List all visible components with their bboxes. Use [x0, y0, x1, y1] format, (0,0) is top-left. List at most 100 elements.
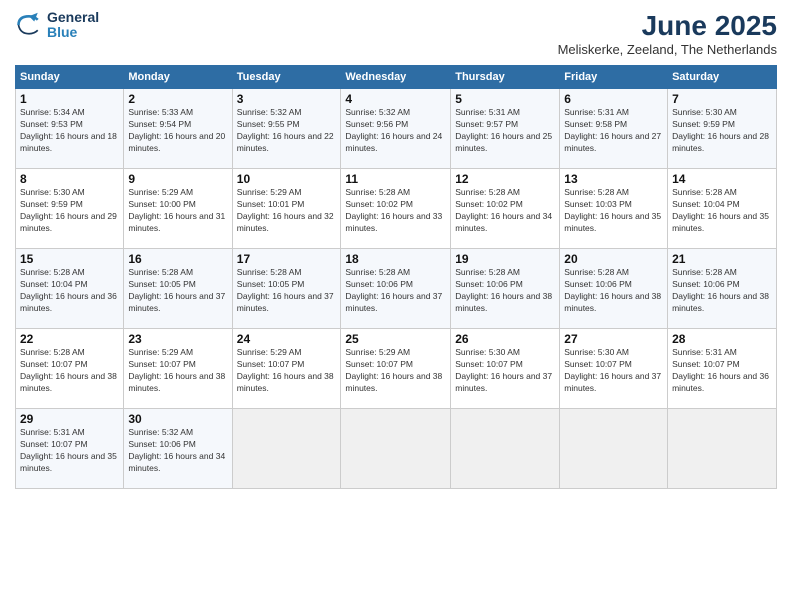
day-number: 19: [455, 252, 555, 266]
day-number: 25: [345, 332, 446, 346]
col-sunday: Sunday: [16, 66, 124, 89]
week-row-4: 22 Sunrise: 5:28 AMSunset: 10:07 PMDayli…: [16, 329, 777, 409]
table-row: 4 Sunrise: 5:32 AMSunset: 9:56 PMDayligh…: [341, 89, 451, 169]
day-number: 11: [345, 172, 446, 186]
day-number: 17: [237, 252, 337, 266]
table-row: 11 Sunrise: 5:28 AMSunset: 10:02 PMDayli…: [341, 169, 451, 249]
week-row-3: 15 Sunrise: 5:28 AMSunset: 10:04 PMDayli…: [16, 249, 777, 329]
day-info: Sunrise: 5:31 AMSunset: 10:07 PMDaylight…: [20, 427, 117, 473]
table-row: 23 Sunrise: 5:29 AMSunset: 10:07 PMDayli…: [124, 329, 232, 409]
week-row-2: 8 Sunrise: 5:30 AMSunset: 9:59 PMDayligh…: [16, 169, 777, 249]
month-title: June 2025: [558, 10, 777, 42]
location: Meliskerke, Zeeland, The Netherlands: [558, 42, 777, 57]
day-info: Sunrise: 5:28 AMSunset: 10:04 PMDaylight…: [20, 267, 117, 313]
table-row: 15 Sunrise: 5:28 AMSunset: 10:04 PMDayli…: [16, 249, 124, 329]
day-info: Sunrise: 5:32 AMSunset: 9:55 PMDaylight:…: [237, 107, 334, 153]
table-row: 12 Sunrise: 5:28 AMSunset: 10:02 PMDayli…: [451, 169, 560, 249]
day-info: Sunrise: 5:31 AMSunset: 9:58 PMDaylight:…: [564, 107, 661, 153]
table-row: 28 Sunrise: 5:31 AMSunset: 10:07 PMDayli…: [668, 329, 777, 409]
day-number: 23: [128, 332, 227, 346]
day-info: Sunrise: 5:29 AMSunset: 10:07 PMDaylight…: [128, 347, 225, 393]
day-info: Sunrise: 5:29 AMSunset: 10:00 PMDaylight…: [128, 187, 225, 233]
day-info: Sunrise: 5:28 AMSunset: 10:02 PMDaylight…: [455, 187, 552, 233]
day-info: Sunrise: 5:31 AMSunset: 10:07 PMDaylight…: [672, 347, 769, 393]
day-info: Sunrise: 5:30 AMSunset: 9:59 PMDaylight:…: [20, 187, 117, 233]
table-row: 27 Sunrise: 5:30 AMSunset: 10:07 PMDayli…: [560, 329, 668, 409]
day-number: 24: [237, 332, 337, 346]
day-number: 29: [20, 412, 119, 426]
day-info: Sunrise: 5:28 AMSunset: 10:05 PMDaylight…: [237, 267, 334, 313]
day-info: Sunrise: 5:28 AMSunset: 10:02 PMDaylight…: [345, 187, 442, 233]
week-row-1: 1 Sunrise: 5:34 AMSunset: 9:53 PMDayligh…: [16, 89, 777, 169]
day-number: 13: [564, 172, 663, 186]
logo-text: General Blue: [47, 10, 99, 41]
day-number: 21: [672, 252, 772, 266]
day-number: 7: [672, 92, 772, 106]
logo-icon: [15, 11, 43, 39]
day-info: Sunrise: 5:30 AMSunset: 10:07 PMDaylight…: [564, 347, 661, 393]
table-row: 6 Sunrise: 5:31 AMSunset: 9:58 PMDayligh…: [560, 89, 668, 169]
day-number: 10: [237, 172, 337, 186]
day-number: 15: [20, 252, 119, 266]
day-info: Sunrise: 5:30 AMSunset: 9:59 PMDaylight:…: [672, 107, 769, 153]
day-number: 5: [455, 92, 555, 106]
day-number: 14: [672, 172, 772, 186]
col-friday: Friday: [560, 66, 668, 89]
week-row-5: 29 Sunrise: 5:31 AMSunset: 10:07 PMDayli…: [16, 409, 777, 489]
table-row: 26 Sunrise: 5:30 AMSunset: 10:07 PMDayli…: [451, 329, 560, 409]
table-row: 1 Sunrise: 5:34 AMSunset: 9:53 PMDayligh…: [16, 89, 124, 169]
header-row: Sunday Monday Tuesday Wednesday Thursday…: [16, 66, 777, 89]
day-number: 26: [455, 332, 555, 346]
table-row: 19 Sunrise: 5:28 AMSunset: 10:06 PMDayli…: [451, 249, 560, 329]
table-row: [560, 409, 668, 489]
day-number: 9: [128, 172, 227, 186]
day-number: 6: [564, 92, 663, 106]
table-row: 17 Sunrise: 5:28 AMSunset: 10:05 PMDayli…: [232, 249, 341, 329]
day-number: 18: [345, 252, 446, 266]
page: General Blue June 2025 Meliskerke, Zeela…: [0, 0, 792, 612]
table-row: 5 Sunrise: 5:31 AMSunset: 9:57 PMDayligh…: [451, 89, 560, 169]
title-area: June 2025 Meliskerke, Zeeland, The Nethe…: [558, 10, 777, 57]
day-info: Sunrise: 5:32 AMSunset: 9:56 PMDaylight:…: [345, 107, 442, 153]
day-number: 22: [20, 332, 119, 346]
day-number: 28: [672, 332, 772, 346]
day-number: 8: [20, 172, 119, 186]
day-info: Sunrise: 5:28 AMSunset: 10:06 PMDaylight…: [672, 267, 769, 313]
day-info: Sunrise: 5:30 AMSunset: 10:07 PMDaylight…: [455, 347, 552, 393]
table-row: 9 Sunrise: 5:29 AMSunset: 10:00 PMDaylig…: [124, 169, 232, 249]
table-row: 25 Sunrise: 5:29 AMSunset: 10:07 PMDayli…: [341, 329, 451, 409]
table-row: 29 Sunrise: 5:31 AMSunset: 10:07 PMDayli…: [16, 409, 124, 489]
table-row: 7 Sunrise: 5:30 AMSunset: 9:59 PMDayligh…: [668, 89, 777, 169]
day-number: 16: [128, 252, 227, 266]
logo: General Blue: [15, 10, 99, 41]
calendar-table: Sunday Monday Tuesday Wednesday Thursday…: [15, 65, 777, 489]
table-row: 24 Sunrise: 5:29 AMSunset: 10:07 PMDayli…: [232, 329, 341, 409]
col-monday: Monday: [124, 66, 232, 89]
table-row: 18 Sunrise: 5:28 AMSunset: 10:06 PMDayli…: [341, 249, 451, 329]
day-number: 27: [564, 332, 663, 346]
day-info: Sunrise: 5:28 AMSunset: 10:07 PMDaylight…: [20, 347, 117, 393]
table-row: [232, 409, 341, 489]
day-info: Sunrise: 5:28 AMSunset: 10:06 PMDaylight…: [345, 267, 442, 313]
day-info: Sunrise: 5:29 AMSunset: 10:07 PMDaylight…: [237, 347, 334, 393]
table-row: 2 Sunrise: 5:33 AMSunset: 9:54 PMDayligh…: [124, 89, 232, 169]
day-info: Sunrise: 5:28 AMSunset: 10:06 PMDaylight…: [455, 267, 552, 313]
header: General Blue June 2025 Meliskerke, Zeela…: [15, 10, 777, 57]
col-wednesday: Wednesday: [341, 66, 451, 89]
day-info: Sunrise: 5:34 AMSunset: 9:53 PMDaylight:…: [20, 107, 117, 153]
day-info: Sunrise: 5:29 AMSunset: 10:01 PMDaylight…: [237, 187, 334, 233]
day-number: 30: [128, 412, 227, 426]
col-thursday: Thursday: [451, 66, 560, 89]
day-info: Sunrise: 5:28 AMSunset: 10:03 PMDaylight…: [564, 187, 661, 233]
table-row: [668, 409, 777, 489]
table-row: 16 Sunrise: 5:28 AMSunset: 10:05 PMDayli…: [124, 249, 232, 329]
table-row: 30 Sunrise: 5:32 AMSunset: 10:06 PMDayli…: [124, 409, 232, 489]
day-info: Sunrise: 5:28 AMSunset: 10:05 PMDaylight…: [128, 267, 225, 313]
table-row: 8 Sunrise: 5:30 AMSunset: 9:59 PMDayligh…: [16, 169, 124, 249]
table-row: [341, 409, 451, 489]
col-tuesday: Tuesday: [232, 66, 341, 89]
day-info: Sunrise: 5:29 AMSunset: 10:07 PMDaylight…: [345, 347, 442, 393]
day-number: 2: [128, 92, 227, 106]
table-row: 3 Sunrise: 5:32 AMSunset: 9:55 PMDayligh…: [232, 89, 341, 169]
table-row: 10 Sunrise: 5:29 AMSunset: 10:01 PMDayli…: [232, 169, 341, 249]
